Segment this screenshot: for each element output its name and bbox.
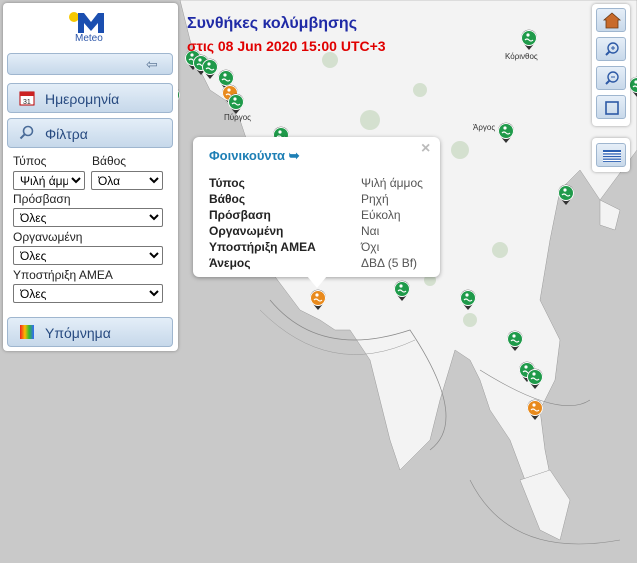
zoom-in-icon [605,42,619,56]
popup-key-access: Πρόσβαση [209,208,271,222]
map-controls [592,4,630,126]
filter-depth-select[interactable]: Όλα [91,171,163,190]
zoom-out-button[interactable] [596,66,626,90]
page-title: Συνθήκες κολύμβησης [187,15,358,32]
svg-text:31: 31 [23,99,31,106]
filter-access-select[interactable]: Όλες [13,208,163,227]
filter-type-label: Τύπος [13,154,47,168]
popup-value-type: Ψιλή άμμος [361,176,423,190]
filter-organized-select[interactable]: Όλες [13,246,163,265]
popup-key-wind: Άνεμος [209,256,251,270]
calendar-icon: 31 [19,91,35,106]
logo-text: Meteo [75,33,103,44]
popup-key-depth: Βάθος [209,192,246,206]
language-control [592,138,630,172]
page-subtitle: στις 08 Jun 2020 15:00 UTC+3 [187,38,386,54]
filter-organized-label: Οργανωμένη [13,230,83,244]
popup-value-amea: Όχι [361,240,380,254]
arrow-left-icon: ⇦ [146,56,158,72]
place-label-korinthos: Κόρινθος [505,52,538,61]
zoom-out-icon [605,71,619,85]
search-icon [19,125,34,140]
filter-amea-select[interactable]: Όλες [13,284,163,303]
popup-key-organized: Οργανωμένη [209,224,284,238]
filter-amea-label: Υποστήριξη ΑΜΕΑ [13,268,113,282]
popup-key-amea: Υποστήριξη ΑΜΕΑ [209,240,316,254]
filter-type-select[interactable]: Ψιλή άμμ [13,171,85,190]
popup-value-wind: ΔΒΔ (5 Bf) [361,256,418,270]
side-panel: Meteo ⇦ 31 Ημερομηνία Φίλτρα Τύπος Βάθος… [3,3,178,351]
legend-icon [20,325,34,339]
date-button-label: Ημερομηνία [45,91,120,107]
greek-flag-icon [603,150,621,162]
popup-value-organized: Ναι [361,224,380,238]
popup-title: Φοινικούντα ➥ [209,148,300,163]
legend-button-label: Υπόμνημα [45,325,111,341]
home-icon [602,12,622,29]
popup-value-depth: Ρηχή [361,192,389,206]
filter-depth-label: Βάθος [92,154,127,168]
popup-tip [307,276,327,288]
zoom-extent-button[interactable] [596,95,626,119]
date-button[interactable]: 31 Ημερομηνία [7,83,173,113]
filters-button[interactable]: Φίλτρα [7,118,173,148]
beach-info-popup: Φοινικούντα ➥ × Τύπος Ψιλή άμμος Βάθος Ρ… [193,137,440,288]
zoom-in-button[interactable] [596,37,626,61]
extent-icon [605,101,619,115]
home-button[interactable] [596,8,626,32]
popup-value-access: Εύκολη [361,208,401,222]
filter-access-label: Πρόσβαση [13,192,71,206]
filters-button-label: Φίλτρα [45,126,88,142]
popup-key-type: Τύπος [209,176,245,190]
collapse-panel-button[interactable]: ⇦ [7,53,173,75]
place-label-argos: Άργος [473,123,496,132]
language-button[interactable] [596,143,626,167]
popup-close-button[interactable]: × [421,140,430,158]
place-label-pyrgos: Πύργος [224,113,252,122]
wind-arrow-icon: ➥ [288,148,300,163]
legend-button[interactable]: Υπόμνημα [7,317,173,347]
